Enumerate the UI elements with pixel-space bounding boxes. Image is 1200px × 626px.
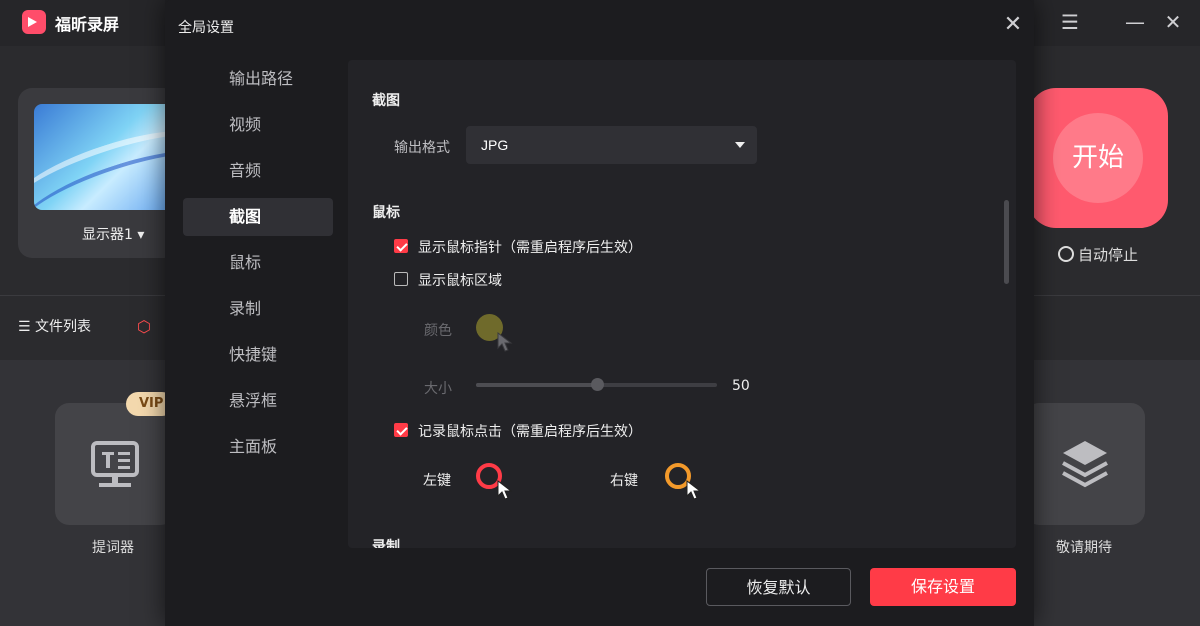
file-list-label: 文件列表 xyxy=(35,319,92,335)
color-label: 颜色 xyxy=(424,323,452,339)
nav-item-floating-box[interactable]: 悬浮框 xyxy=(183,382,333,420)
size-label: 大小 xyxy=(424,381,452,397)
nav-item-record[interactable]: 录制 xyxy=(183,290,333,328)
left-click-label: 左键 xyxy=(423,473,451,489)
format-value: JPG xyxy=(481,137,509,153)
file-list-tab[interactable]: ☰ 文件列表 xyxy=(18,316,91,336)
app-name: 福昕录屏 xyxy=(55,15,120,34)
nav-item-mouse[interactable]: 鼠标 xyxy=(183,244,333,282)
dialog-title: 全局设置 xyxy=(178,20,234,36)
reset-defaults-button[interactable]: 恢复默认 xyxy=(706,568,851,606)
teleprompter-icon xyxy=(91,441,139,487)
save-settings-button[interactable]: 保存设置 xyxy=(870,568,1016,606)
record-clicks-checkbox[interactable] xyxy=(394,423,408,437)
show-area-checkbox[interactable] xyxy=(394,272,408,286)
content-scrollbar[interactable] xyxy=(1004,200,1009,284)
display-thumbnail xyxy=(34,104,184,210)
settings-dialog: 全局设置 ✕ 输出路径 视频 音频 截图 鼠标 录制 快捷键 悬浮框 主面板 截… xyxy=(165,0,1034,626)
app-close-icon[interactable]: ✕ xyxy=(1161,10,1185,34)
nav-item-output-path[interactable]: 输出路径 xyxy=(183,60,333,98)
menu-icon[interactable]: ☰ xyxy=(1058,10,1082,34)
cursor-icon xyxy=(686,480,702,500)
size-slider[interactable] xyxy=(476,378,717,391)
settings-content: 截图 输出格式 JPG 鼠标 显示鼠标指针（需重启程序后生效） 显示鼠标区域 颜… xyxy=(348,60,1016,548)
nav-item-screenshot[interactable]: 截图 xyxy=(183,198,333,236)
nav-item-audio[interactable]: 音频 xyxy=(183,152,333,190)
size-slider-handle[interactable] xyxy=(590,378,604,391)
list-icon: ☰ xyxy=(18,319,31,335)
size-value: 50 xyxy=(732,378,750,394)
format-select[interactable]: JPG xyxy=(466,126,757,164)
section-title-mouse: 鼠标 xyxy=(372,205,400,221)
start-label: 开始 xyxy=(1053,113,1143,203)
caret-down-icon xyxy=(735,142,745,148)
display-card[interactable]: 显示器1 ▾ xyxy=(18,88,184,258)
close-icon[interactable]: ✕ xyxy=(1000,12,1026,38)
app-logo-icon xyxy=(22,10,46,34)
show-area-label: 显示鼠标区域 xyxy=(418,273,502,289)
format-label: 输出格式 xyxy=(394,140,450,156)
minimize-icon[interactable]: — xyxy=(1123,10,1147,34)
show-pointer-checkbox[interactable] xyxy=(394,239,408,253)
right-click-label: 右键 xyxy=(610,473,638,489)
show-pointer-label: 显示鼠标指针（需重启程序后生效） xyxy=(418,240,642,256)
nav-item-video[interactable]: 视频 xyxy=(183,106,333,144)
auto-stop-label: 自动停止 xyxy=(1078,246,1139,264)
record-clicks-label: 记录鼠标点击（需重启程序后生效） xyxy=(418,424,642,440)
layers-icon xyxy=(1062,441,1108,488)
section-title-record: 录制 xyxy=(372,539,400,548)
teleprompter-label: 提词器 xyxy=(92,540,134,556)
nav-item-hotkeys[interactable]: 快捷键 xyxy=(183,336,333,374)
coming-soon-tool[interactable] xyxy=(1025,403,1145,525)
dialog-header: 全局设置 ✕ xyxy=(165,0,1034,50)
coming-soon-label: 敬请期待 xyxy=(1056,540,1112,556)
section-title-screenshot: 截图 xyxy=(372,93,400,109)
start-button[interactable]: 开始 xyxy=(1028,88,1168,228)
nav-item-main-panel[interactable]: 主面板 xyxy=(183,428,333,466)
size-slider-fill xyxy=(476,383,597,387)
cube-icon[interactable]: ⬡ xyxy=(137,318,155,336)
teleprompter-tool[interactable] xyxy=(55,403,175,525)
cursor-icon xyxy=(497,332,513,352)
auto-stop-radio[interactable]: 自动停止 xyxy=(1058,244,1138,265)
settings-nav: 输出路径 视频 音频 截图 鼠标 录制 快捷键 悬浮框 主面板 xyxy=(183,60,333,474)
display-selector[interactable]: 显示器1 ▾ xyxy=(82,224,144,244)
radio-icon xyxy=(1058,246,1074,262)
cursor-icon xyxy=(497,480,513,500)
